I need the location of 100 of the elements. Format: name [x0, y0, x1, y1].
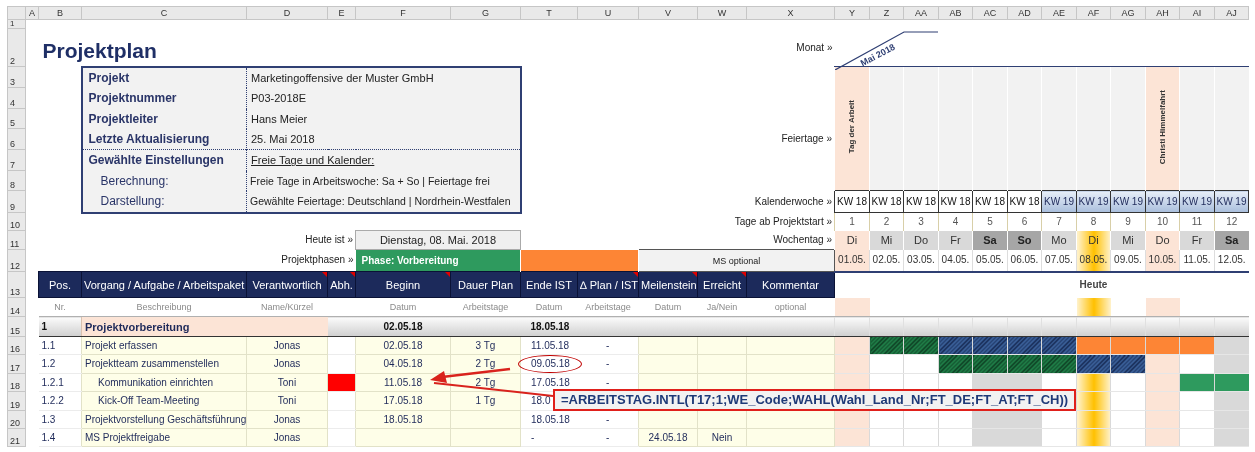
column-header[interactable]: AD [1007, 6, 1042, 20]
table-cell: 02.05.18 [355, 316, 451, 337]
date-cell: 02.05. [869, 249, 904, 272]
column-header[interactable]: G [450, 6, 521, 20]
week-cell: KW 18 [1007, 190, 1042, 213]
table-cell: 18.05.18 [531, 413, 570, 425]
column-header[interactable]: AB [938, 6, 973, 20]
row-label: Monat » [746, 28, 835, 67]
today-date-field: Dienstag, 08. Mai. 2018 [355, 230, 521, 250]
weekday-cell: Di [1076, 230, 1111, 250]
phase-bar: Phase: Vorbereitung [355, 249, 521, 272]
day-number: 9 [1110, 212, 1146, 231]
row-number[interactable]: 9 [7, 190, 26, 213]
column-subtitle: Name/Kürzel [246, 297, 328, 317]
calendar-column [834, 297, 870, 317]
column-header[interactable]: X [746, 6, 835, 20]
table-cell: 1.2 [38, 354, 82, 374]
weekday-cell: Fr [1179, 230, 1215, 250]
day-number: 6 [1007, 212, 1042, 231]
row-number[interactable]: 7 [7, 149, 26, 171]
calendar-column [1145, 297, 1180, 317]
row-number[interactable]: 5 [7, 108, 26, 129]
column-header[interactable]: T [520, 6, 578, 20]
row-label: Projektphasen » [25, 249, 356, 272]
formula-callout: =ARBEITSTAG.INTL(T17;1;WE_Code;WAHL(Wahl_Land_Nr;FT_DE;FT_AT;FT_CH)) [553, 389, 1077, 411]
date-cell: 06.05. [1007, 249, 1042, 272]
milestone-phase-bar: MS optional [638, 249, 835, 272]
week-cell: KW 18 [938, 190, 973, 213]
row-number[interactable]: 6 [7, 128, 26, 150]
column-title: Kommentar [762, 278, 819, 291]
row-number[interactable]: 1 [7, 19, 26, 29]
column-header[interactable]: V [638, 6, 698, 20]
row-number[interactable]: 3 [7, 66, 26, 88]
table-cell: 1 [38, 316, 82, 337]
row-number[interactable]: 15 [7, 316, 26, 337]
day-number: 11 [1179, 212, 1215, 231]
column-title: Abh. [330, 278, 353, 291]
info-label: Darstellung: [81, 190, 247, 213]
column-subtitle: Ja/Nein [697, 297, 747, 317]
row-number[interactable]: 4 [7, 87, 26, 109]
column-title: Erreicht [703, 278, 741, 291]
info-label: Projekt [81, 66, 247, 88]
column-subtitle: optional [746, 297, 835, 317]
column-header[interactable]: AJ [1214, 6, 1249, 20]
column-header[interactable]: AA [903, 6, 939, 20]
date-cell: 11.05. [1179, 249, 1215, 272]
column-title: ∆ Plan / IST [580, 278, 639, 291]
day-number: 1 [834, 212, 870, 231]
info-value: P03-2018E [246, 87, 521, 109]
column-header[interactable]: B [38, 6, 82, 20]
column-header[interactable]: D [246, 6, 328, 20]
info-label: Gewählte Einstellungen [81, 149, 247, 171]
week-cell: KW 19 [1110, 190, 1146, 213]
row-number[interactable]: 12 [7, 249, 26, 272]
day-number: 10 [1145, 212, 1180, 231]
table-cell: 17.05.18 [531, 376, 570, 388]
column-header[interactable]: AC [972, 6, 1008, 20]
row-number[interactable]: 2 [7, 28, 26, 67]
column-header[interactable]: U [577, 6, 639, 20]
holiday-label: Christi Himmelfahrt [1157, 89, 1168, 165]
column-title: Pos. [49, 278, 71, 291]
column-header[interactable]: AG [1110, 6, 1146, 20]
table-cell: 18.0 [531, 395, 551, 406]
weekday-cell: Fr [938, 230, 973, 250]
week-cell: KW 18 [834, 190, 870, 213]
holiday-label: Tag der Arbeit [847, 100, 857, 154]
column-header[interactable]: C [81, 6, 247, 20]
month-label: Mai 2018 [857, 40, 897, 69]
weekday-cell: Sa [972, 230, 1008, 250]
week-cell: KW 19 [1076, 190, 1111, 213]
column-header[interactable]: Z [869, 6, 904, 20]
row-number[interactable]: 8 [7, 170, 26, 191]
column-header[interactable]: F [355, 6, 451, 20]
day-number: 2 [869, 212, 904, 231]
week-cell: KW 19 [1179, 190, 1215, 213]
column-header[interactable]: AF [1076, 6, 1111, 20]
section-heading: Freie Tage und Kalender: [251, 154, 375, 167]
column-title: Meilenstein [641, 278, 697, 291]
weekday-cell: Mo [1041, 230, 1077, 250]
date-cell: 10.05. [1145, 249, 1180, 272]
column-header[interactable]: E [327, 6, 356, 20]
column-header[interactable]: W [697, 6, 747, 20]
weekday-cell: Mi [869, 230, 904, 250]
column-subtitle: Datum [638, 297, 698, 317]
column-header[interactable]: AI [1179, 6, 1215, 20]
table-cell: 18.05.18 [520, 316, 578, 337]
column-title: Vorgang / Aufgabe / Arbeitspaket [84, 278, 245, 291]
column-subtitle: Beschreibung [81, 297, 247, 317]
info-label: Projektnummer [81, 87, 247, 109]
column-header[interactable]: Y [834, 6, 870, 20]
info-value: Gewählte Feiertage: Deutschland | Nordrhein-Westfalen [246, 190, 521, 213]
date-cell: 03.05. [903, 249, 939, 272]
column-header[interactable]: AE [1041, 6, 1077, 20]
column-header[interactable]: AH [1145, 6, 1180, 20]
row-number[interactable]: 13 [7, 271, 26, 298]
info-value: 25. Mai 2018 [246, 128, 521, 150]
table-cell: 09.05.18 [531, 358, 570, 369]
day-number: 12 [1214, 212, 1249, 231]
today-marker: Heute [1076, 271, 1111, 298]
date-cell: 08.05. [1076, 249, 1111, 272]
